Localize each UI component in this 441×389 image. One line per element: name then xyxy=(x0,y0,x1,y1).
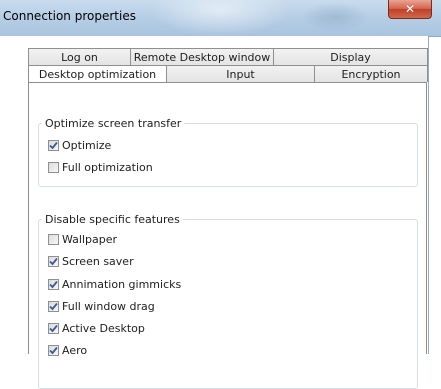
title-bar-glass xyxy=(150,0,290,36)
optimize-checkbox-row[interactable]: Optimize xyxy=(48,138,111,152)
tab-label: Input xyxy=(226,67,255,81)
group-legend: Disable specific features xyxy=(42,213,183,226)
tab-input[interactable]: Input xyxy=(166,65,315,82)
checkbox-label: Screen saver xyxy=(62,254,134,268)
checkbox-label: Full optimization xyxy=(62,160,153,174)
close-icon: ✕ xyxy=(404,2,416,16)
active-desktop-checkbox-row[interactable]: Active Desktop xyxy=(48,321,145,335)
checkbox-label: Wallpaper xyxy=(62,232,118,246)
checkbox-label: Active Desktop xyxy=(62,321,145,335)
disable-features-group: Disable specific features Wallpaper Scre… xyxy=(38,213,418,389)
screen-saver-checkbox-row[interactable]: Screen saver xyxy=(48,254,134,268)
tab-display[interactable]: Display xyxy=(273,48,428,65)
checkmark-icon xyxy=(49,257,58,265)
checkmark-icon xyxy=(49,141,58,149)
tab-label: Encryption xyxy=(341,67,401,81)
tab-log-on[interactable]: Log on xyxy=(28,48,131,65)
close-button[interactable]: ✕ xyxy=(388,0,432,19)
checkbox-label: Aero xyxy=(62,343,88,357)
tab-row-2: Desktop optimization Input Encryption xyxy=(28,65,428,82)
full-window-drag-checkbox-row[interactable]: Full window drag xyxy=(48,299,155,313)
checkmark-icon xyxy=(49,280,58,288)
checkmark-icon xyxy=(49,324,58,332)
tab-desktop-optimization[interactable]: Desktop optimization xyxy=(28,65,167,82)
tab-panel-desktop-optimization: Optimize screen transfer Optimize Full o… xyxy=(28,82,427,389)
checkbox[interactable] xyxy=(48,300,59,312)
tab-label: Remote Desktop window xyxy=(133,50,271,64)
checkbox[interactable] xyxy=(48,233,59,245)
checkbox[interactable] xyxy=(48,278,59,290)
tab-remote-desktop-window[interactable]: Remote Desktop window xyxy=(130,48,274,65)
checkbox[interactable] xyxy=(48,161,59,173)
window-title: Connection properties xyxy=(3,9,136,23)
optimize-screen-transfer-group: Optimize screen transfer Optimize Full o… xyxy=(38,117,418,187)
checkbox[interactable] xyxy=(48,255,59,267)
checkbox[interactable] xyxy=(48,322,59,334)
dialog-body: Log on Remote Desktop window Display Des… xyxy=(0,36,429,389)
animation-gimmicks-checkbox-row[interactable]: Annimation gimmicks xyxy=(48,277,181,291)
title-bar[interactable]: Connection properties ✕ xyxy=(0,0,441,37)
checkmark-icon xyxy=(49,302,58,310)
full-optimization-checkbox-row[interactable]: Full optimization xyxy=(48,160,153,174)
tab-encryption[interactable]: Encryption xyxy=(314,65,428,82)
checkbox[interactable] xyxy=(48,139,59,151)
checkbox-label: Full window drag xyxy=(62,299,155,313)
group-legend: Optimize screen transfer xyxy=(42,117,185,130)
title-bar-glass-shadow xyxy=(300,2,370,32)
checkmark-icon xyxy=(49,346,58,354)
wallpaper-checkbox-row[interactable]: Wallpaper xyxy=(48,232,117,246)
tab-label: Desktop optimization xyxy=(38,67,157,81)
aero-checkbox-row[interactable]: Aero xyxy=(48,343,87,357)
tab-label: Display xyxy=(330,50,371,64)
tab-row-1: Log on Remote Desktop window Display xyxy=(28,48,428,65)
tab-label: Log on xyxy=(61,50,98,64)
checkbox-label: Annimation gimmicks xyxy=(62,277,182,291)
checkbox-label: Optimize xyxy=(62,138,112,152)
